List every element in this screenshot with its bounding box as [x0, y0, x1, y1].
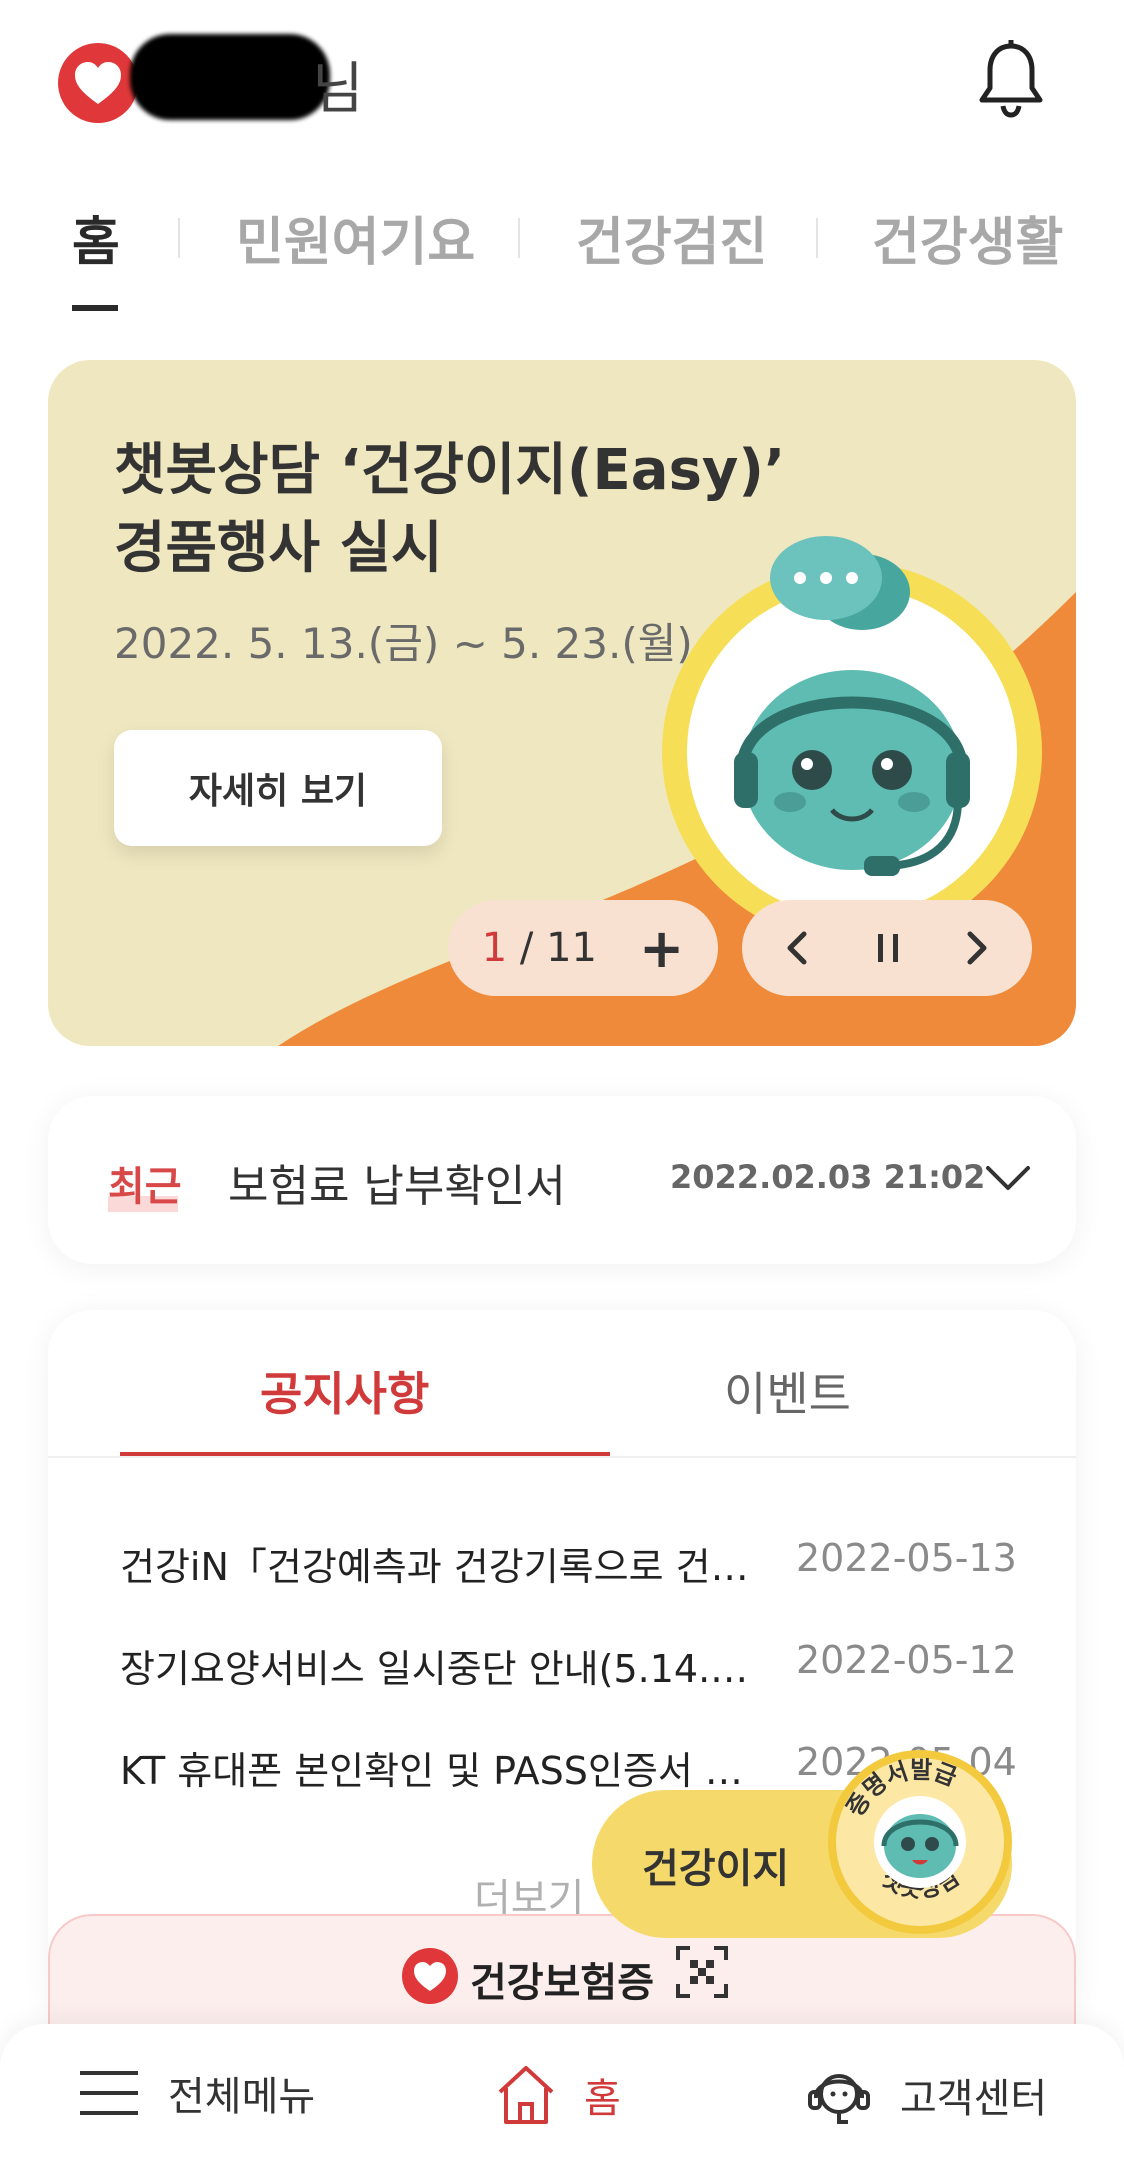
- chatbot-avatar: 증명서발급 챗봇상담: [828, 1750, 1012, 1934]
- bottom-navigation: 전체메뉴 홈 고객센터: [0, 2024, 1124, 2182]
- tab-active-indicator: [72, 305, 118, 311]
- home-icon: [498, 2066, 554, 2124]
- app-logo-icon: [58, 43, 138, 123]
- notice-row[interactable]: 장기요양서비스 일시중단 안내(5.14.(토)) 2022-05-12: [120, 1638, 1020, 1698]
- tab-home[interactable]: 홈: [72, 200, 120, 275]
- nav-all-menu[interactable]: 전체메뉴: [78, 2064, 315, 2122]
- banner-pager: 1 / 11 +: [448, 900, 718, 996]
- nav-home[interactable]: 홈: [496, 2064, 621, 2126]
- tab-divider: [178, 218, 180, 258]
- nav-home-label: 홈: [584, 2076, 621, 2122]
- notice-tab-indicator: [120, 1452, 610, 1456]
- app-logo-icon: [402, 1948, 458, 2004]
- nav-customer-center-label: 고객센터: [900, 2076, 1048, 2122]
- tab-health-life[interactable]: 건강생활: [872, 200, 1063, 275]
- pager-total: 11: [546, 925, 597, 971]
- notice-row[interactable]: 건강iN「건강예측과 건강기록으로 건강관리 2022-05-13: [120, 1536, 1020, 1596]
- chatbot-floating-button[interactable]: 건강이지 증명서발급 챗봇상담: [592, 1750, 1012, 1938]
- notice-title: 장기요양서비스 일시중단 안내(5.14.(토)): [120, 1647, 760, 1691]
- tab-events[interactable]: 이벤트: [724, 1358, 851, 1424]
- tab-divider: [518, 218, 520, 258]
- notification-bell-icon[interactable]: [976, 38, 1046, 118]
- notice-date: 2022-05-12: [796, 1638, 1017, 1682]
- nav-customer-center[interactable]: 고객센터: [806, 2064, 1047, 2126]
- nav-all-menu-label: 전체메뉴: [168, 2074, 316, 2120]
- user-name-redacted: [130, 34, 330, 120]
- menu-icon: [80, 2071, 138, 2115]
- banner-detail-button[interactable]: 자세히 보기: [114, 730, 442, 846]
- notice-title: KT 휴대폰 본인확인 및 PASS인증서 서비스: [120, 1749, 760, 1793]
- pager-separator: /: [507, 925, 547, 971]
- notice-tab-baseline: [48, 1456, 1076, 1458]
- chatbot-mascot-illustration: [662, 536, 1042, 940]
- chevron-down-icon[interactable]: [978, 1148, 1038, 1208]
- tab-civil-petition[interactable]: 민원여기요: [236, 200, 475, 275]
- recent-tag: 최근: [108, 1164, 182, 1210]
- notice-title: 건강iN「건강예측과 건강기록으로 건강관리: [120, 1545, 760, 1589]
- pager-current: 1: [481, 925, 508, 971]
- insurance-card-label: 건강보험증: [470, 1960, 654, 2006]
- chatbot-button-label: 건강이지: [642, 1846, 790, 1892]
- notice-date: 2022-05-13: [796, 1536, 1017, 1580]
- banner-date: 2022. 5. 13.(금) ~ 5. 23.(월): [114, 619, 693, 668]
- pager-expand-button[interactable]: +: [639, 917, 684, 980]
- pause-icon[interactable]: [868, 928, 908, 968]
- chatbot-mascot-icon: 증명서발급 챗봇상담: [841, 1756, 966, 1903]
- chevron-left-icon[interactable]: [778, 928, 818, 968]
- banner-title-line1: 챗봇상담 ‘건강이지(Easy)’: [114, 438, 786, 503]
- tab-notices[interactable]: 공지사항: [260, 1358, 429, 1424]
- banner-controls: [742, 900, 1032, 996]
- promo-banner[interactable]: 챗봇상담 ‘건강이지(Easy)’ 경품행사 실시 2022. 5. 13.(금…: [48, 360, 1076, 1046]
- qr-code-icon: [676, 1946, 728, 1998]
- recent-title: 보험료 납부확인서: [228, 1161, 566, 1212]
- tab-divider: [816, 218, 818, 258]
- top-tab-bar: 홈 민원여기요 건강검진 건강생활: [0, 200, 1124, 311]
- recent-activity-card[interactable]: 최근 보험료 납부확인서 2022.02.03 21:02: [48, 1096, 1076, 1264]
- recent-datetime: 2022.02.03 21:02: [670, 1158, 986, 1196]
- chevron-right-icon[interactable]: [956, 928, 996, 968]
- user-name-suffix: 님: [312, 57, 364, 122]
- headset-icon: [808, 2074, 870, 2124]
- tab-health-checkup[interactable]: 건강검진: [576, 200, 767, 275]
